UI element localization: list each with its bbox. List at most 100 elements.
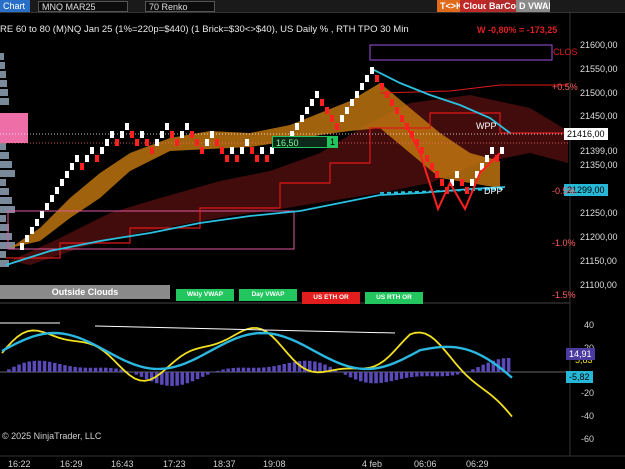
- renko-brick-down: [335, 123, 339, 130]
- histogram-bar: [231, 367, 235, 372]
- histogram-bar: [195, 372, 200, 380]
- daily-vwap-toggle-button[interactable]: D VWAP: [516, 0, 550, 12]
- histogram-bar: [282, 363, 286, 372]
- histogram-bar: [440, 372, 445, 377]
- renko-brick-down: [425, 155, 429, 162]
- renko-brick-up: [205, 139, 209, 146]
- time-axis-label: 16:43: [111, 459, 134, 469]
- renko-brick-down: [95, 155, 99, 162]
- histogram-bar: [374, 372, 378, 384]
- renko-brick-up: [40, 211, 44, 218]
- volume-profile-bar: [0, 80, 7, 87]
- histogram-bar: [486, 362, 490, 372]
- volume-profile-bar: [0, 197, 12, 204]
- histogram-bar: [466, 371, 470, 372]
- volume-profile-bar: [0, 188, 9, 195]
- histogram-bar: [104, 367, 108, 372]
- histogram-bar: [415, 372, 419, 377]
- instrument-selector[interactable]: MNQ MAR25: [38, 1, 128, 12]
- histogram-bar: [12, 366, 16, 372]
- renko-brick-up: [90, 147, 94, 154]
- renko-brick-up: [305, 107, 309, 114]
- histogram-bar: [246, 367, 251, 372]
- histogram-bar: [53, 362, 57, 372]
- histogram-bar: [241, 367, 246, 372]
- oscillator-axis-label: 40: [584, 320, 595, 330]
- renko-brick-up: [350, 99, 354, 106]
- price-axis-label: 21399,00: [580, 146, 618, 156]
- t-k-toggle-button[interactable]: T<>K: [437, 0, 460, 12]
- histogram-bar: [42, 361, 47, 372]
- percent-level-label: -1.5%: [552, 290, 576, 300]
- price-axis-label: 21150,00: [580, 256, 617, 266]
- percent-level-label: -1.0%: [552, 238, 576, 248]
- renko-brick-down: [465, 187, 469, 194]
- us-rth-or-button[interactable]: US RTH OR: [365, 292, 423, 304]
- oscillator-axis-label: -60: [581, 434, 595, 444]
- renko-brick-up: [35, 219, 39, 226]
- time-axis-label: 16:29: [60, 459, 83, 469]
- histogram-bar: [88, 367, 93, 372]
- brick-count-tag: 1: [328, 136, 338, 148]
- histogram-bar: [185, 372, 190, 384]
- price-chart-canvas[interactable]: [0, 13, 625, 469]
- volume-profile-bar: [0, 251, 6, 258]
- histogram-bar: [83, 367, 88, 372]
- histogram-bar: [481, 364, 485, 372]
- renko-brick-up: [140, 131, 144, 138]
- renko-brick-down: [225, 155, 229, 162]
- daily-pivot-label: DPP: [484, 186, 503, 196]
- time-axis-label: 16:22: [8, 459, 31, 469]
- outside-clouds-button[interactable]: Outside Clouds: [0, 285, 170, 299]
- time-axis-label: 19:08: [263, 459, 286, 469]
- renko-brick-down: [325, 107, 329, 114]
- time-axis-label: 06:06: [414, 459, 437, 469]
- histogram-bar: [226, 368, 230, 372]
- renko-brick-up: [295, 123, 299, 130]
- renko-brick-up: [100, 147, 104, 154]
- volume-profile-bar: [0, 260, 9, 267]
- histogram-bar: [114, 368, 118, 372]
- renko-brick-up: [125, 123, 129, 130]
- volume-profile-bar: [0, 71, 6, 78]
- weekly-vwap-button[interactable]: Wkly VWAP: [176, 289, 234, 301]
- renko-brick-down: [135, 139, 139, 146]
- day-vwap-button[interactable]: Day VWAP: [239, 289, 297, 301]
- renko-brick-up: [210, 131, 214, 138]
- price-axis-label: 21550,00: [580, 64, 618, 74]
- renko-brick-up: [105, 139, 109, 146]
- renko-brick-up: [245, 139, 249, 146]
- histogram-bar: [379, 372, 383, 383]
- renko-brick-up: [85, 155, 89, 162]
- histogram-bar: [22, 362, 26, 372]
- histogram-bar: [343, 372, 348, 375]
- histogram-bar: [190, 372, 195, 382]
- renko-brick-down: [145, 139, 149, 146]
- renko-brick-up: [155, 139, 159, 146]
- renko-brick-down: [400, 115, 404, 122]
- histogram-bar: [170, 372, 174, 386]
- time-axis-label: 4 feb: [362, 459, 383, 469]
- price-axis-label: 21200,00: [580, 232, 618, 242]
- price-axis-label: 21600,00: [580, 40, 618, 50]
- histogram-bar: [119, 369, 123, 372]
- histogram-bar: [353, 372, 358, 380]
- chart-panel[interactable]: RE 60 to 80 (M)NQ Jan 25 (1%=220p=$440) …: [0, 13, 625, 469]
- histogram-bar: [313, 361, 317, 372]
- histogram-bar: [32, 360, 37, 372]
- histogram-bar: [389, 372, 394, 382]
- histogram-bar: [211, 372, 215, 373]
- renko-brick-up: [65, 171, 69, 178]
- volume-profile-bar: [0, 233, 12, 240]
- histogram-bar: [144, 372, 149, 380]
- bar-color-toggle-button[interactable]: BarCol: [486, 0, 516, 12]
- cloud-toggle-button[interactable]: Cloud: [460, 0, 486, 12]
- renko-brick-up: [360, 83, 364, 90]
- renko-brick-down: [330, 115, 334, 122]
- renko-brick-up: [50, 195, 54, 202]
- copyright-label: © 2025 NinjaTrader, LLC: [2, 431, 102, 441]
- bar-type-selector[interactable]: 70 Renko: [145, 1, 215, 12]
- renko-brick-up: [470, 179, 474, 186]
- price-axis-label: 21100,00: [580, 280, 617, 290]
- us-eth-or-button[interactable]: US ETH OR: [302, 292, 360, 304]
